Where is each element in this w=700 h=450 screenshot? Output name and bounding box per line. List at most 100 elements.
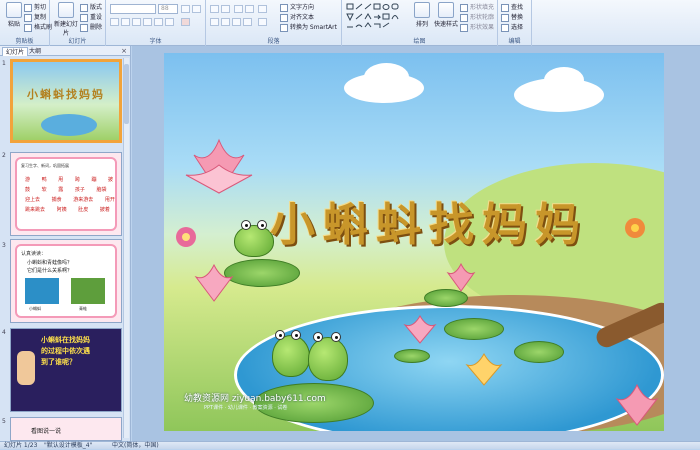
panel-tabs: 幻灯片 大纲 × (0, 46, 130, 56)
bold-button[interactable] (110, 18, 119, 26)
slide-title[interactable]: 小蝌蚪找妈妈 (249, 188, 609, 253)
new-slide-icon (58, 2, 74, 18)
frog-eye (275, 330, 285, 340)
underline-button[interactable] (132, 18, 141, 26)
align-center-button[interactable] (221, 18, 230, 26)
align-left-button[interactable] (210, 18, 219, 26)
frog-picture (71, 278, 105, 304)
clipboard-group-title: 剪贴板 (15, 38, 34, 45)
scissors-icon (24, 3, 32, 12)
select-button[interactable]: 选择 (501, 22, 523, 32)
pink-flower[interactable] (172, 223, 200, 251)
copy-icon (24, 13, 32, 22)
align-right-button[interactable] (232, 18, 241, 26)
editing-group: 查找 替换 选择 编辑 (498, 0, 532, 46)
slides-group-title: 幻灯片 (68, 38, 87, 45)
lotus-flower[interactable] (192, 263, 236, 303)
lotus-flower[interactable] (446, 263, 476, 293)
tab-slides[interactable]: 幻灯片 (2, 47, 29, 56)
close-panel-icon[interactable]: × (121, 47, 127, 55)
shape-fill-button[interactable]: 形状填充 (460, 2, 494, 12)
select-icon (501, 23, 509, 32)
slide-thumbnail-3[interactable]: 认真读读： 小蝌蚪和青蛙像吗？ 它们是什么关系啊？ 小蝌蚪 青蛙 (10, 239, 122, 323)
lotus-flower[interactable] (184, 135, 254, 195)
delete-button[interactable]: 删除 (80, 22, 102, 32)
slide-thumbnail-1[interactable]: 小蝌蚪找妈妈 (10, 59, 122, 143)
copy-button[interactable]: 复制 (24, 12, 46, 22)
quick-styles-icon (438, 2, 454, 18)
clipboard-group: 粘贴 剪切 复制 格式刷 剪贴板 (0, 0, 52, 46)
replace-button[interactable]: 替换 (501, 12, 523, 22)
slide[interactable]: 小蝌蚪找妈妈 幼教资源网 ziyuan.baby611.com PPT课件 · … (164, 53, 664, 431)
effects-icon (460, 23, 468, 32)
scroll-thumb[interactable] (124, 64, 129, 124)
strikethrough-button[interactable] (143, 18, 152, 26)
layout-icon (80, 3, 88, 12)
slide-number: 5 (2, 418, 6, 425)
new-slide-button[interactable]: 新建幻灯片 (53, 2, 79, 37)
bullets-button[interactable] (210, 5, 219, 13)
font-name-select[interactable] (110, 4, 156, 14)
frog[interactable] (272, 330, 310, 377)
editing-group-title: 编辑 (508, 38, 521, 45)
slide-thumbnail-5[interactable]: 看图说一说 (10, 417, 122, 441)
lily-pad[interactable] (514, 341, 564, 363)
align-text-button[interactable]: 对齐文本 (280, 12, 314, 22)
slide-number: 3 (2, 242, 6, 249)
spacing-button[interactable] (165, 18, 174, 26)
font-size-select[interactable]: 88 (158, 4, 178, 14)
find-button[interactable]: 查找 (501, 2, 523, 12)
thumbnail-words: 游 鸭 甩 跨 蹦 披 鼓 软 露 孩子 脑袋 迎上去 捕食 游来游去 甩开 跳… (25, 177, 115, 213)
align-text-icon (280, 13, 288, 22)
text-direction-icon (280, 3, 288, 12)
shape-effects-button[interactable]: 形状效果 (460, 22, 494, 32)
orange-flower[interactable] (620, 213, 650, 243)
thumbnail-text: 小蝌蚪在找妈妈 的过程中依次遇 到了谁呢？ (41, 336, 90, 366)
line-spacing-button[interactable] (258, 5, 267, 13)
decrease-indent-button[interactable] (234, 5, 243, 13)
shrink-font-button[interactable] (192, 5, 201, 13)
increase-indent-button[interactable] (245, 5, 254, 13)
tab-outline[interactable]: 大纲 (26, 47, 44, 56)
watermark: 幼教资源网 ziyuan.baby611.com (184, 394, 326, 404)
frog-eye (313, 332, 323, 342)
delete-icon (80, 23, 88, 32)
frog-eye (291, 330, 301, 340)
drawing-group-title: 绘图 (413, 38, 426, 45)
tadpole-picture (25, 278, 59, 304)
shapes-gallery[interactable] (346, 3, 408, 29)
quick-styles-button[interactable]: 快速样式 (432, 2, 460, 28)
slide-thumbnail-4[interactable]: 小蝌蚪在找妈妈 的过程中依次遇 到了谁呢？ (10, 328, 122, 412)
format-painter-button[interactable]: 格式刷 (24, 22, 52, 32)
columns-button[interactable] (258, 18, 267, 26)
paste-icon (6, 2, 22, 18)
frog[interactable] (308, 332, 348, 381)
paste-button[interactable]: 粘贴 (2, 2, 26, 28)
lotus-flower[interactable] (402, 315, 438, 345)
lily-pad[interactable] (394, 349, 430, 363)
layout-button[interactable]: 版式 (80, 2, 102, 12)
justify-button[interactable] (243, 18, 252, 26)
ribbon: 粘贴 剪切 复制 格式刷 剪贴板 新建幻灯片 版式 重设 删除 幻灯片 88 字… (0, 0, 700, 46)
arrange-button[interactable]: 排列 (410, 2, 434, 28)
slide-thumbnail-2[interactable]: 复习生字、新词，巩固拓展 游 鸭 甩 跨 蹦 披 鼓 软 露 孩子 脑袋 迎上去… (10, 152, 122, 236)
shape-outline-button[interactable]: 形状轮廓 (460, 12, 494, 22)
slide-number: 4 (2, 329, 6, 336)
cut-button[interactable]: 剪切 (24, 2, 46, 12)
thumbnail-text: 小蝌蚪和青蛙像吗？ (27, 260, 73, 266)
font-color-button[interactable] (181, 18, 190, 26)
italic-button[interactable] (121, 18, 130, 26)
panel-scrollbar[interactable] (123, 58, 129, 438)
convert-smartart-button[interactable]: 转换为 SmartArt (280, 22, 337, 32)
reset-button[interactable]: 重设 (80, 12, 102, 22)
text-direction-button[interactable]: 文字方向 (280, 2, 314, 12)
lily-pad[interactable] (444, 318, 504, 340)
numbering-button[interactable] (221, 5, 230, 13)
shadow-button[interactable] (154, 18, 163, 26)
grow-font-button[interactable] (181, 5, 190, 13)
reset-icon (80, 13, 88, 22)
lotus-flower[interactable] (464, 353, 504, 387)
thumbnail-text: 青蛙 (79, 306, 87, 311)
font-group: 88 字体 (106, 0, 206, 46)
lotus-flower[interactable] (614, 383, 660, 427)
